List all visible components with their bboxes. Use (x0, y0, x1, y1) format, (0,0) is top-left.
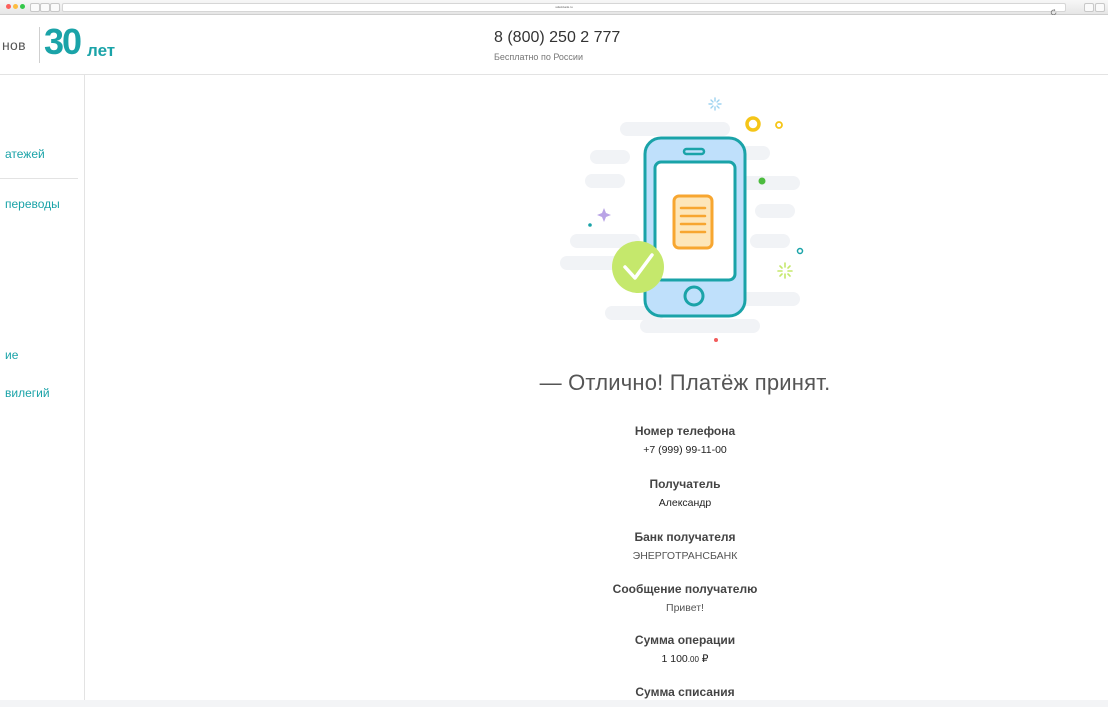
sidebar-item-payments[interactable]: атежей (5, 147, 45, 161)
detail-operation-amount: Сумма операции 1 100.00 ₽ (560, 633, 810, 665)
anniversary-logo-number: 30 (44, 21, 82, 62)
back-button[interactable] (30, 3, 40, 12)
document-icon (672, 194, 714, 250)
window-close-button[interactable] (6, 4, 11, 9)
amount-decimals: .00 (687, 655, 699, 664)
success-headline: — Отлично! Платёж принят. (539, 370, 831, 395)
window-maximize-button[interactable] (20, 4, 25, 9)
share-button[interactable] (1084, 3, 1094, 12)
detail-value: +7 (999) 99-11-00 (643, 444, 727, 456)
detail-label: Банк получателя (634, 530, 736, 544)
detail-recipient: Получатель Александр (560, 477, 810, 509)
ring-decoration (745, 116, 761, 132)
sidebar-toggle-button[interactable] (50, 3, 60, 12)
sidebar-nav: атежей переводы ие вилегий (0, 75, 85, 700)
hotline-phone[interactable]: 8 (800) 250 2 777 (494, 29, 620, 47)
anniversary-logo-suffix: лет (87, 41, 116, 60)
detail-message: Сообщение получателю Привет! (560, 582, 810, 614)
window-minimize-button[interactable] (13, 4, 18, 9)
logo-divider (39, 27, 40, 63)
spinner-decoration-green (777, 262, 793, 279)
sparkle-icon (597, 208, 611, 222)
sidebar-item-transfers[interactable]: переводы (5, 197, 60, 211)
detail-recipient-bank: Банк получателя ЭНЕРГОТРАНСБАНК (560, 530, 810, 562)
detail-debit-amount: Сумма списания (560, 685, 810, 699)
browser-toolbar: sdsd-bank.ru (0, 0, 1108, 16)
detail-label: Номер телефона (634, 424, 736, 438)
check-badge-icon (612, 241, 664, 293)
browser-window: sdsd-bank.ru нов 30 лет 8 (800) 250 2 77… (0, 0, 1108, 700)
detail-value: Привет! (666, 602, 704, 614)
hotline-note: Бесплатно по России (494, 52, 583, 62)
detail-value: Александр (658, 497, 712, 509)
reload-icon[interactable] (1050, 3, 1058, 16)
sidebar-item-3[interactable]: ие (5, 348, 18, 362)
detail-label: Получатель (649, 477, 721, 491)
detail-value: 1 100.00 ₽ (560, 653, 810, 665)
address-bar[interactable]: sdsd-bank.ru (62, 3, 1066, 12)
bank-name-partial[interactable]: нов (2, 37, 26, 53)
sidebar-item-privileges[interactable]: вилегий (5, 386, 50, 400)
detail-phone-number: Номер телефона +7 (999) 99-11-00 (560, 424, 810, 456)
detail-label: Сумма операции (634, 633, 736, 647)
forward-button[interactable] (40, 3, 50, 12)
sidebar-divider (0, 178, 78, 179)
detail-value: ЭНЕРГОТРАНСБАНК (632, 550, 738, 562)
tabs-overview-button[interactable] (1095, 3, 1105, 12)
detail-label: Сумма списания (635, 685, 735, 699)
spinner-decoration (708, 97, 722, 111)
currency-symbol: ₽ (698, 653, 709, 665)
payment-success-illustration (560, 97, 804, 342)
site-header: нов 30 лет 8 (800) 250 2 777 Бесплатно п… (0, 15, 1108, 75)
detail-label: Сообщение получателю (612, 582, 758, 596)
amount-integer: 1 100 (661, 653, 688, 665)
